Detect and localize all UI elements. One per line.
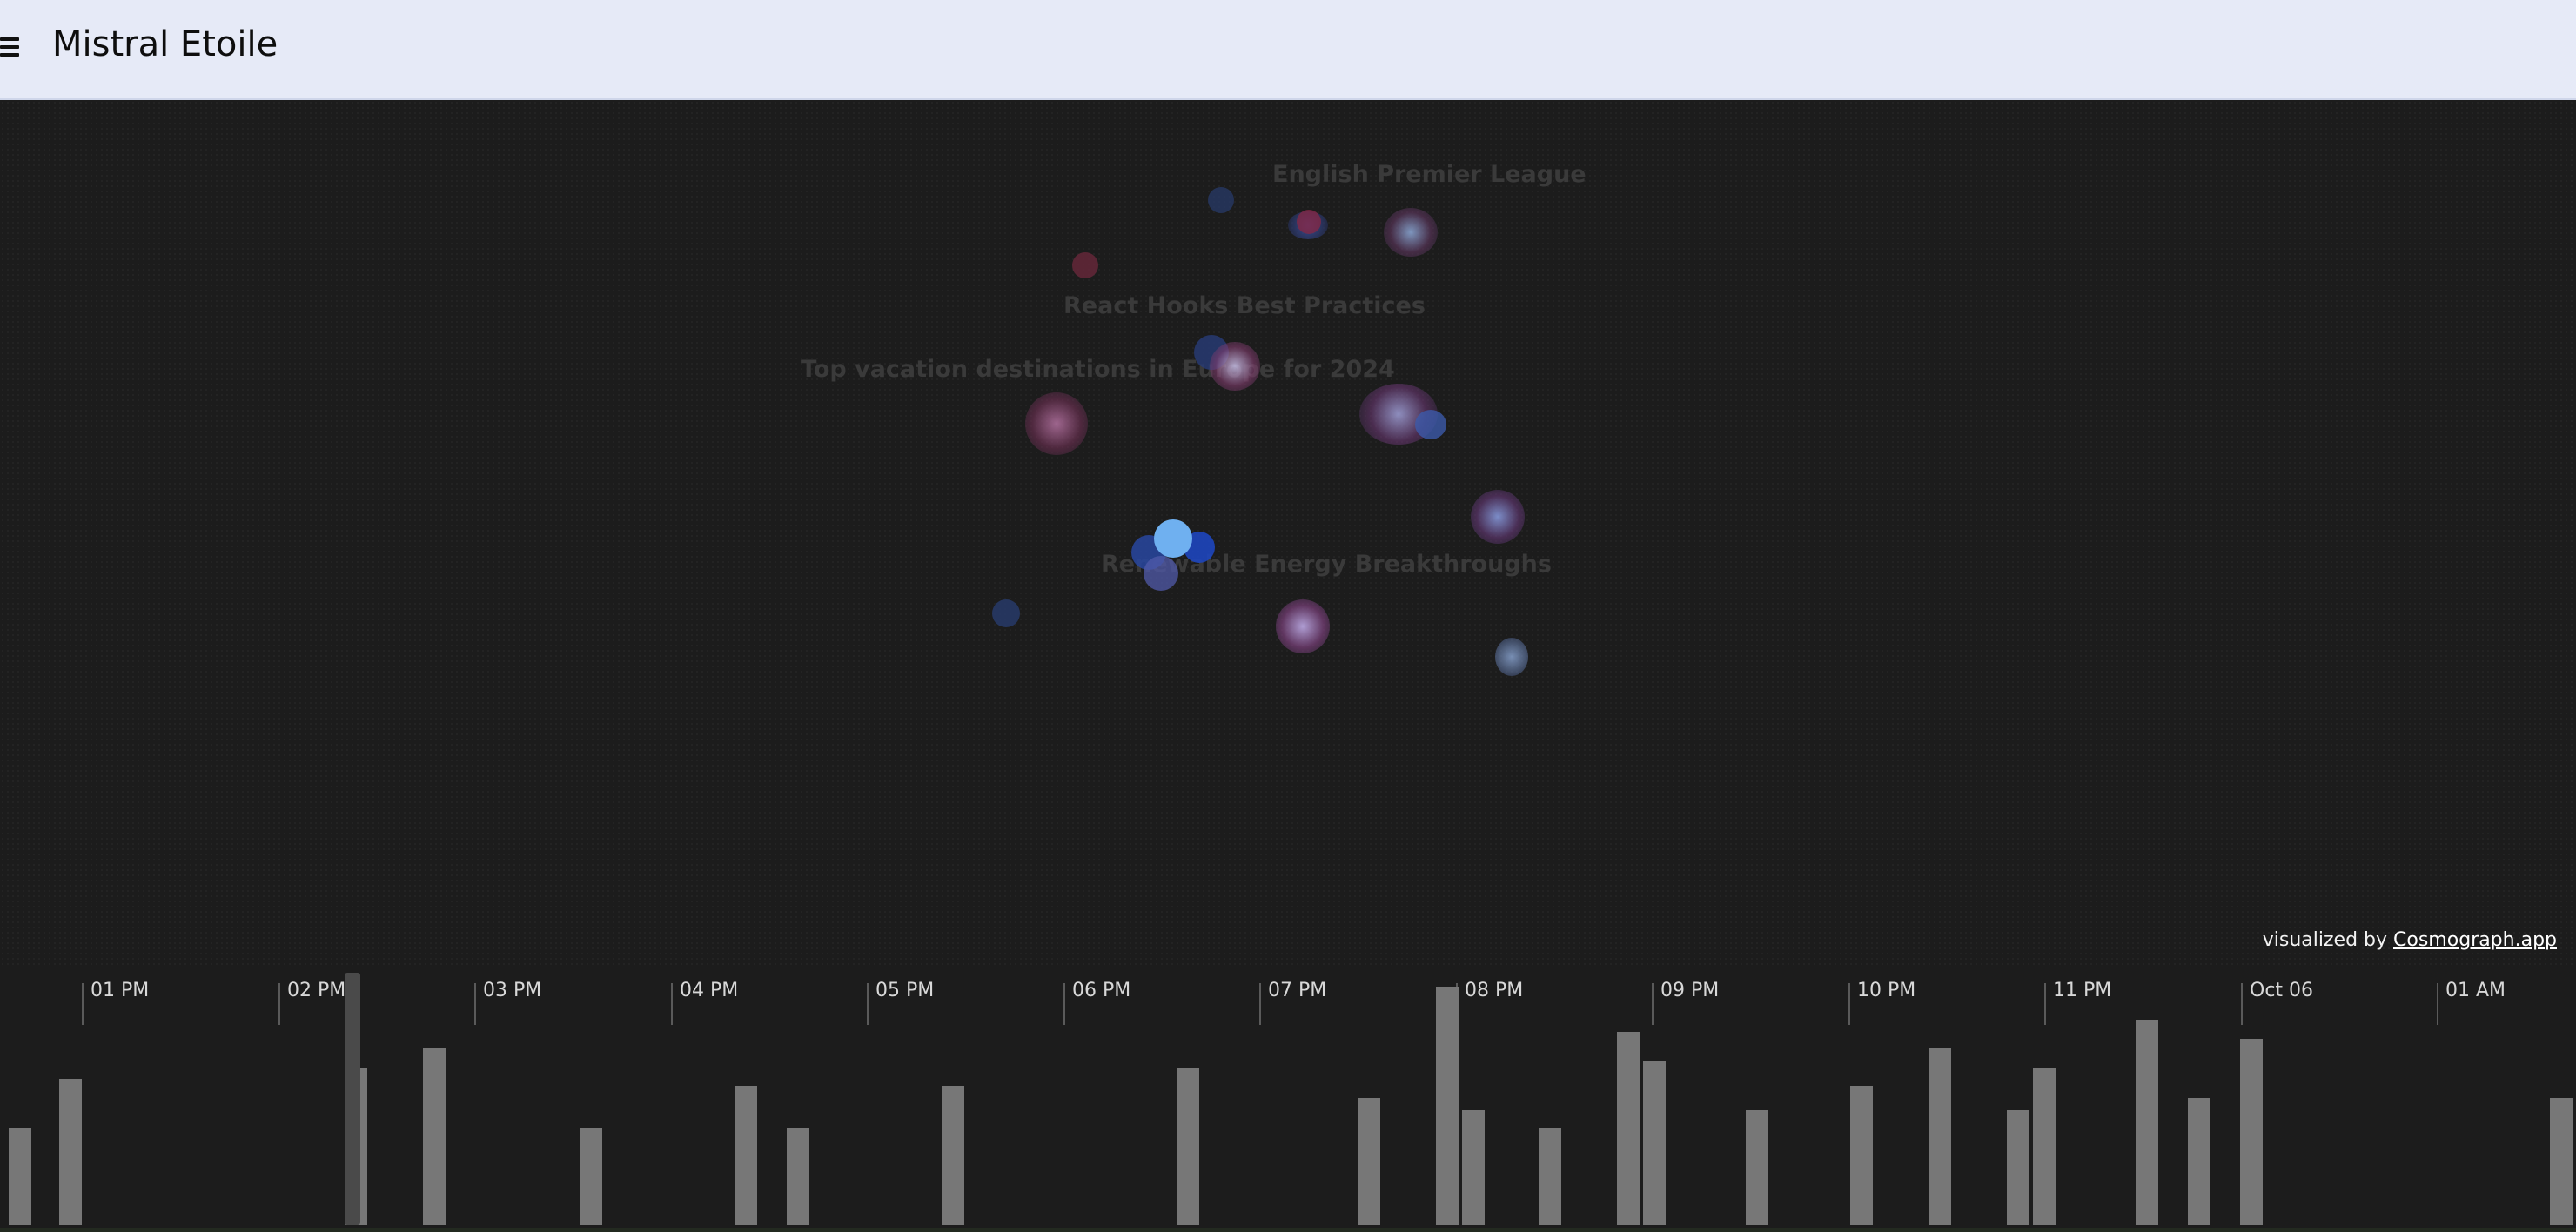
- visualization-credit: visualized by Cosmograph.app: [2263, 929, 2557, 951]
- timeline-bar[interactable]: [9, 1128, 31, 1225]
- graph-node-selected[interactable]: [1154, 519, 1192, 558]
- timeline-bar[interactable]: [2550, 1098, 2573, 1225]
- timeline-tick-label: Oct 06: [2250, 980, 2314, 1001]
- timeline-tick-label: 06 PM: [1072, 980, 1131, 1001]
- graph-node[interactable]: [1025, 392, 1088, 455]
- graph-node[interactable]: [1144, 556, 1178, 591]
- timeline-bar[interactable]: [2007, 1110, 2029, 1225]
- timeline-bar[interactable]: [1462, 1110, 1485, 1225]
- cluster-label-vacation: Top vacation destinations in Europe for …: [801, 356, 1395, 383]
- timeline-bar[interactable]: [2136, 1020, 2158, 1225]
- timeline-bar[interactable]: [787, 1128, 809, 1225]
- timeline-range-handle[interactable]: [345, 973, 360, 1225]
- timeline-bar[interactable]: [2240, 1039, 2263, 1225]
- timeline-bar[interactable]: [1539, 1128, 1561, 1225]
- timeline-bar[interactable]: [1617, 1032, 1640, 1225]
- timeline-bar[interactable]: [942, 1086, 964, 1225]
- timeline-tick: [867, 983, 869, 1025]
- graph-node[interactable]: [1210, 342, 1260, 391]
- timeline-tick-label: 07 PM: [1268, 980, 1327, 1001]
- timeline-tick-label: 08 PM: [1465, 980, 1524, 1001]
- timeline-tick: [278, 983, 280, 1025]
- graph-node[interactable]: [1471, 490, 1525, 544]
- graph-node[interactable]: [992, 599, 1020, 627]
- timeline-bar[interactable]: [1643, 1061, 1666, 1225]
- graph-node[interactable]: [1297, 210, 1321, 234]
- timeline-tick: [1652, 983, 1654, 1025]
- timeline-tick-label: 11 PM: [2053, 980, 2112, 1001]
- graph-node[interactable]: [1276, 599, 1330, 653]
- graph-node[interactable]: [1072, 252, 1098, 278]
- cluster-label-premier-league: English Premier League: [1272, 161, 1587, 188]
- timeline-tick: [671, 983, 673, 1025]
- timeline-bar[interactable]: [1850, 1086, 1873, 1225]
- timeline-bar[interactable]: [2188, 1098, 2210, 1225]
- timeline-bar[interactable]: [59, 1079, 82, 1225]
- graph-node[interactable]: [1495, 638, 1528, 676]
- timeline-bar[interactable]: [2033, 1068, 2056, 1225]
- app-header: Mistral Etoile: [0, 0, 2576, 100]
- timeline-tick-label: 09 PM: [1660, 980, 1720, 1001]
- graph-node[interactable]: [1208, 187, 1234, 213]
- graph-node[interactable]: [1415, 410, 1446, 439]
- timeline-baseline: [0, 1228, 2576, 1232]
- timeline-tick-label: 04 PM: [680, 980, 739, 1001]
- timeline-tick: [1848, 983, 1850, 1025]
- timeline-bar[interactable]: [1929, 1048, 1951, 1225]
- graph-node[interactable]: [1384, 208, 1438, 257]
- cluster-label-react-hooks: React Hooks Best Practices: [1063, 292, 1426, 319]
- credit-prefix: visualized by: [2262, 929, 2394, 951]
- timeline-tick-label: 10 PM: [1857, 980, 1916, 1001]
- timeline-bar[interactable]: [735, 1086, 757, 1225]
- timeline-bar[interactable]: [1358, 1098, 1380, 1225]
- hamburger-menu-icon[interactable]: [0, 30, 19, 61]
- timeline-bar[interactable]: [423, 1048, 446, 1225]
- timeline-tick-label: 01 AM: [2445, 980, 2506, 1001]
- timeline-tick-label: 03 PM: [483, 980, 542, 1001]
- graph-canvas[interactable]: English Premier League React Hooks Best …: [0, 100, 2576, 979]
- timeline-tick-label: 01 PM: [91, 980, 150, 1001]
- app-title: Mistral Etoile: [52, 24, 278, 64]
- timeline-tick: [2241, 983, 2243, 1025]
- timeline-tick-label: 05 PM: [875, 980, 935, 1001]
- timeline-tick: [82, 983, 84, 1025]
- timeline-tick: [1259, 983, 1261, 1025]
- timeline-tick: [2437, 983, 2438, 1025]
- timeline-tick: [474, 983, 476, 1025]
- timeline-bar[interactable]: [1436, 987, 1459, 1225]
- timeline-tick-label: 02 PM: [287, 980, 346, 1001]
- timeline-bar[interactable]: [580, 1128, 602, 1225]
- timeline-bar[interactable]: [1746, 1110, 1768, 1225]
- cosmograph-link[interactable]: Cosmograph.app: [2393, 929, 2557, 951]
- timeline-bar[interactable]: [1177, 1068, 1199, 1225]
- timeline-tick: [2044, 983, 2046, 1025]
- timeline[interactable]: 01 PM 02 PM 03 PM 04 PM 05 PM 06 PM 07 PM 08 PM…: [0, 966, 2576, 1232]
- timeline-tick: [1063, 983, 1065, 1025]
